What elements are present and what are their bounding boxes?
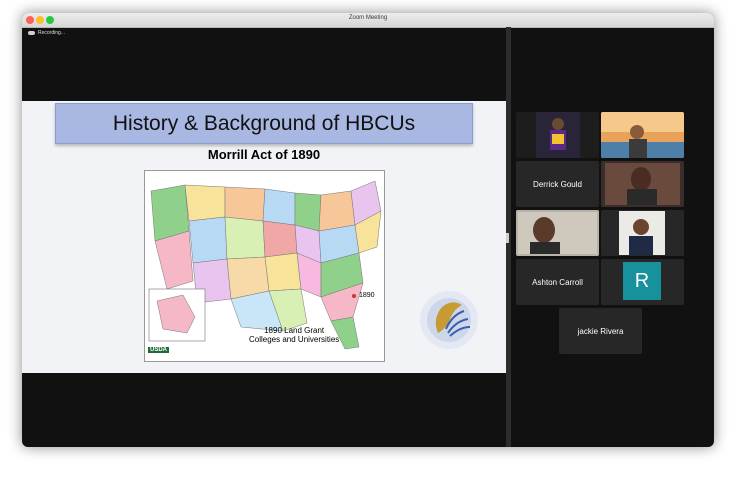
map-title-line2: Colleges and Universities xyxy=(249,335,340,344)
avatar: R xyxy=(623,262,661,300)
legend-year: 1890 xyxy=(359,292,375,299)
participant-video xyxy=(601,161,684,207)
participant-tile[interactable]: Ashton Carroll xyxy=(516,259,599,305)
cloud-icon xyxy=(28,31,35,35)
window-title: Zoom Meeting xyxy=(348,15,388,21)
shared-screen: History & Background of HBCUs Morrill Ac… xyxy=(22,101,506,373)
divider-handle-icon[interactable] xyxy=(506,233,509,243)
us-map-image: 1890 1890 Land Grant Colleges and Univer… xyxy=(144,170,385,362)
participant-tile[interactable]: Derrick Gould xyxy=(516,161,599,207)
map-title-line1: 1890 Land Grant xyxy=(264,326,325,335)
participant-name: Ashton Carroll xyxy=(532,277,583,287)
participant-name: jackie Rivera xyxy=(577,326,624,336)
recording-label: Recording... xyxy=(38,30,65,36)
participant-tile[interactable] xyxy=(601,161,684,207)
map-title: 1890 Land Grant Colleges and Universitie… xyxy=(249,326,339,344)
participant-tile[interactable]: jackie Rivera xyxy=(559,308,642,354)
participant-video xyxy=(601,210,684,256)
participant-tile[interactable] xyxy=(601,112,684,158)
participant-tile[interactable]: R xyxy=(601,259,684,305)
organization-logo-icon xyxy=(420,291,478,349)
usda-logo: USDA xyxy=(148,347,170,353)
participant-tile-active-speaker[interactable] xyxy=(516,210,599,256)
participant-tile[interactable] xyxy=(516,112,599,158)
zoom-window: Zoom Meeting Recording... History & Back… xyxy=(22,13,714,447)
slide-subtitle: Morrill Act of 1890 xyxy=(207,147,321,162)
participant-name: Derrick Gould xyxy=(533,179,582,189)
title-bar: Zoom Meeting xyxy=(22,13,714,28)
participant-video xyxy=(516,112,599,158)
participant-tile[interactable] xyxy=(601,210,684,256)
participant-video xyxy=(516,210,599,256)
recording-indicator[interactable]: Recording... xyxy=(28,30,65,36)
participant-video xyxy=(601,112,684,158)
legend-dot xyxy=(352,294,356,298)
slide-banner: History & Background of HBCUs xyxy=(55,103,473,144)
